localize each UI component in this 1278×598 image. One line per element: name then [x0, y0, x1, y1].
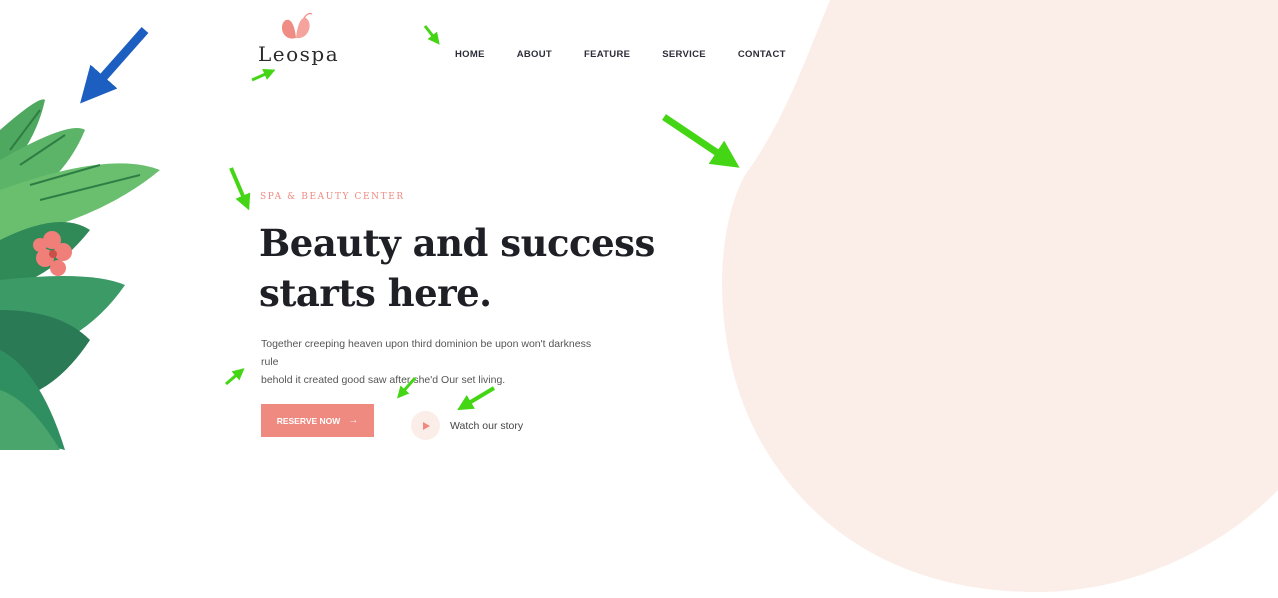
main-nav: HOME ABOUT FEATURE SERVICE CONTACT	[455, 49, 786, 60]
logo-text: Leospa	[258, 42, 340, 66]
headline-line-2: starts here.	[259, 271, 492, 315]
play-button[interactable]	[411, 411, 440, 440]
hero-description: Together creeping heaven upon third domi…	[261, 335, 611, 389]
butterfly-icon	[281, 12, 313, 39]
hero-headline: Beauty and success starts here.	[259, 218, 679, 318]
nav-home[interactable]: HOME	[455, 49, 485, 60]
description-line-2: behold it created good saw after she'd O…	[261, 374, 506, 386]
headline-line-1: Beauty and success	[259, 221, 655, 265]
nav-feature[interactable]: FEATURE	[584, 49, 630, 60]
tropical-leaves-illustration	[0, 99, 160, 450]
watch-story-link[interactable]: Watch our story	[411, 411, 523, 440]
hero-eyebrow: SPA & BEAUTY CENTER	[260, 192, 405, 202]
nav-contact[interactable]: CONTACT	[738, 49, 786, 60]
reserve-now-button[interactable]: RESERVE NOW →	[261, 404, 374, 437]
nav-service[interactable]: SERVICE	[662, 49, 706, 60]
reserve-now-label: RESERVE NOW	[276, 415, 341, 426]
play-icon	[423, 421, 430, 430]
watch-story-label: Watch our story	[450, 419, 524, 432]
nav-about[interactable]: ABOUT	[517, 49, 552, 60]
arrow-right-icon: →	[348, 415, 359, 426]
description-line-1: Together creeping heaven upon third domi…	[261, 338, 592, 368]
